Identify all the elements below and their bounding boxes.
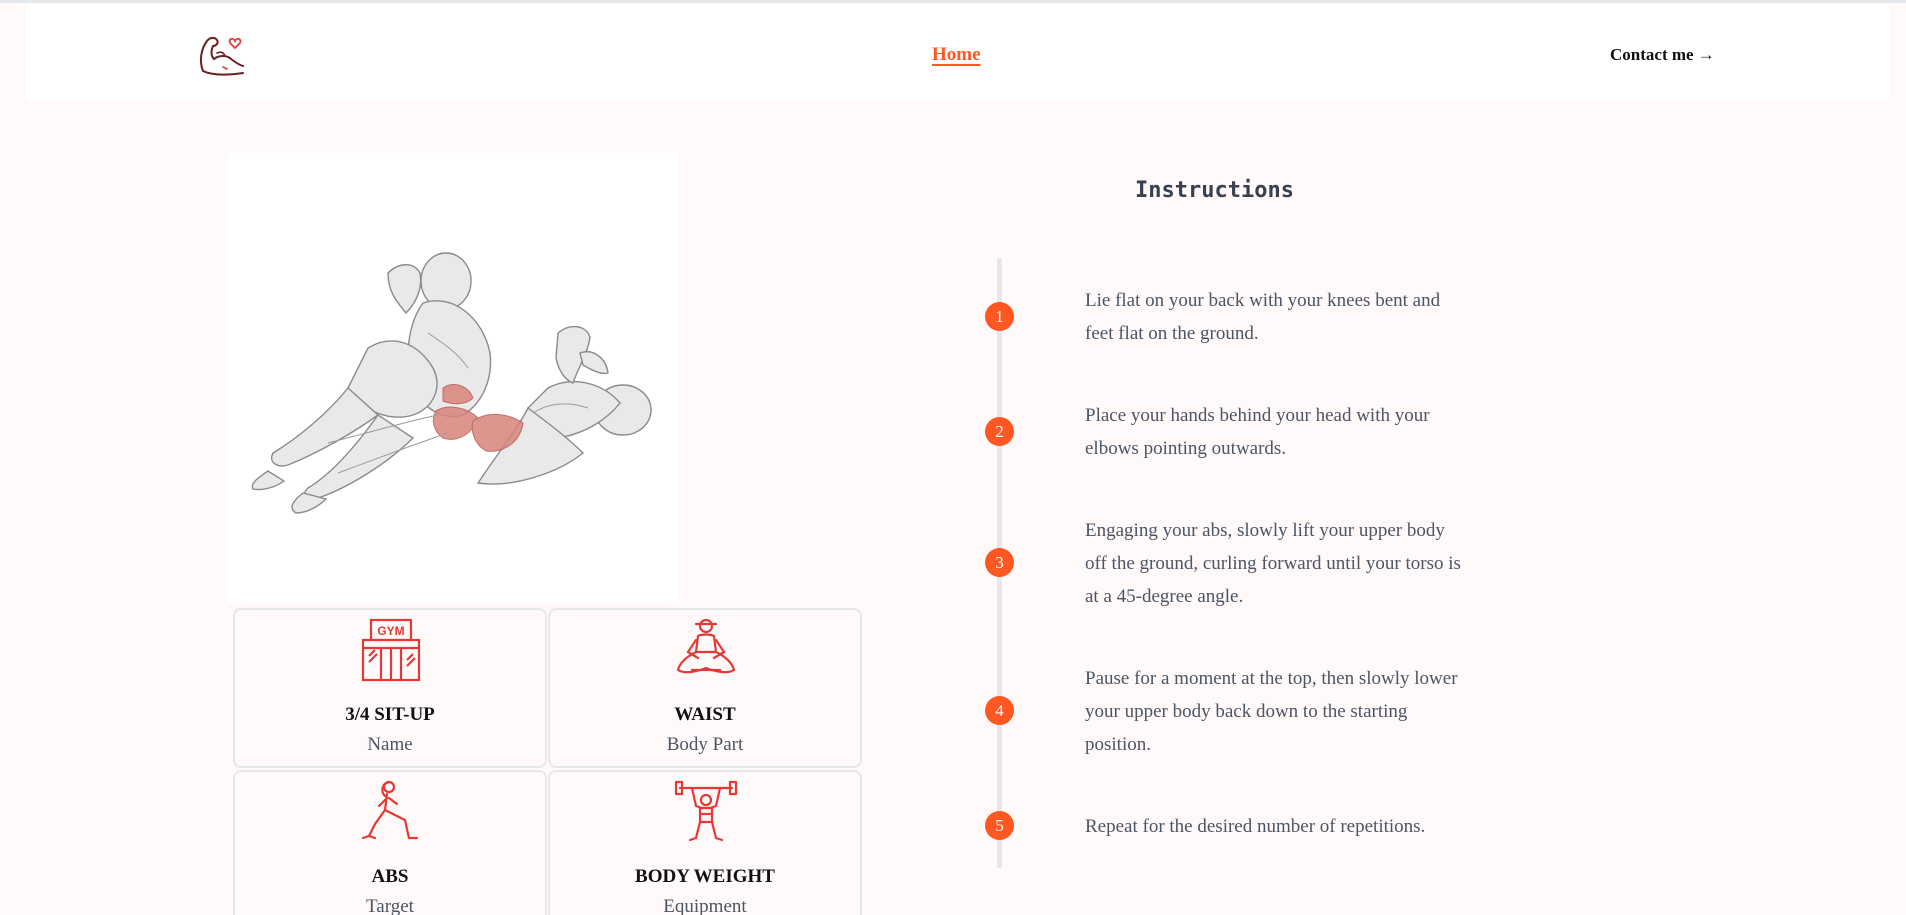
step-number-badge: 2 (985, 417, 1014, 446)
exercise-image (228, 153, 678, 603)
detail-label: Equipment (663, 896, 747, 915)
step-number-badge: 4 (985, 696, 1014, 725)
nav-home-link[interactable]: Home (932, 44, 981, 66)
step-text: Pause for a moment at the top, then slow… (1085, 668, 1458, 755)
weightlifter-icon (674, 780, 738, 844)
logo-graphic (199, 36, 244, 76)
detail-card-equipment[interactable]: BODY WEIGHT Equipment (548, 770, 862, 915)
detail-value: 3/4 SIT-UP (345, 704, 435, 725)
detail-card-target[interactable]: ABS Target (233, 770, 547, 915)
flexed-arm-heart-icon[interactable] (197, 31, 247, 77)
detail-label: Body Part (666, 734, 744, 755)
step-number-badge: 3 (985, 548, 1014, 577)
step-text: Lie flat on your back with your knees be… (1085, 290, 1441, 344)
detail-card-name[interactable]: GYM 3/4 SIT-UP Name (233, 608, 547, 768)
nav-contact-link[interactable]: Contact me → (1610, 45, 1715, 65)
gym-icon: GYM (359, 618, 423, 682)
step-text: Place your hands behind your head with y… (1085, 405, 1430, 459)
detail-value: WAIST (674, 704, 736, 725)
site-header: Home Contact me → (27, 3, 1889, 101)
svg-text:GYM: GYM (377, 624, 404, 638)
instructions-title: Instructions (1135, 178, 1294, 203)
meditation-icon (674, 618, 738, 682)
exercise-illustration (251, 252, 652, 514)
step-number-badge: 1 (985, 302, 1014, 331)
lunge-icon (359, 780, 423, 844)
detail-label: Target (366, 896, 414, 915)
detail-value: BODY WEIGHT (635, 866, 775, 887)
detail-card-body-part[interactable]: WAIST Body Part (548, 608, 862, 768)
detail-value: ABS (371, 866, 409, 887)
step-text: Repeat for the desired number of repetit… (1085, 816, 1426, 837)
step-text: Engaging your abs, slowly lift your uppe… (1085, 520, 1461, 607)
step-number-badge: 5 (985, 811, 1014, 840)
detail-label: Name (367, 734, 413, 755)
